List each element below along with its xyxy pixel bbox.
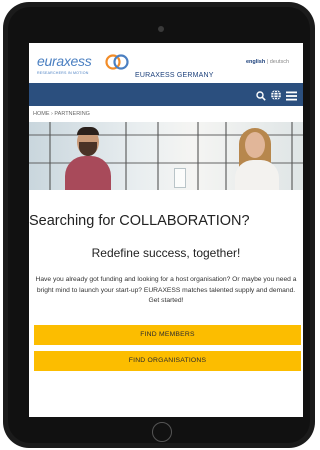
hero-image	[29, 122, 303, 190]
man-figure	[65, 156, 111, 190]
window-frame	[197, 122, 199, 190]
glass	[174, 168, 186, 188]
camera-icon	[158, 26, 164, 32]
window-frame	[125, 122, 127, 190]
logo-wordmark: euraxess	[37, 53, 92, 69]
language-switcher: english | deutsch	[246, 59, 289, 65]
page-title: Searching for COLLABORATION?	[29, 213, 250, 229]
man-beard	[79, 142, 97, 156]
breadcrumb[interactable]: HOME › PARTNERING	[33, 111, 90, 117]
euraxess-logo[interactable]: euraxess RESEARCHERS IN MOTION	[37, 51, 129, 81]
country-label: EURAXESS GERMANY	[135, 72, 214, 79]
window-frame	[225, 122, 227, 190]
lang-deutsch[interactable]: deutsch	[270, 59, 289, 65]
site-header: euraxess RESEARCHERS IN MOTION EURAXESS …	[29, 43, 303, 83]
page-subtitle: Redefine success, together!	[91, 246, 241, 260]
logo-mark-icon	[105, 54, 129, 70]
screen: euraxess RESEARCHERS IN MOTION EURAXESS …	[29, 43, 303, 417]
find-members-button[interactable]: FIND MEMBERS	[34, 325, 301, 345]
home-button[interactable]	[152, 422, 172, 442]
nav-icons	[256, 88, 297, 106]
window-frame	[157, 122, 159, 190]
tablet-frame: euraxess RESEARCHERS IN MOTION EURAXESS …	[3, 2, 315, 448]
window-frame	[49, 122, 51, 190]
man-hair	[77, 127, 99, 135]
woman-figure	[235, 160, 279, 190]
find-organisations-button[interactable]: FIND ORGANISATIONS	[34, 351, 301, 371]
intro-text: Have you already got funding and looking…	[35, 276, 297, 304]
globe-icon[interactable]	[270, 88, 282, 106]
lang-english[interactable]: english	[246, 59, 265, 65]
woman-head	[245, 132, 265, 158]
menu-icon[interactable]	[286, 88, 297, 106]
logo-tagline: RESEARCHERS IN MOTION	[37, 71, 89, 75]
search-icon[interactable]	[256, 88, 266, 106]
main-navbar	[29, 83, 303, 106]
window-frame	[291, 122, 293, 190]
